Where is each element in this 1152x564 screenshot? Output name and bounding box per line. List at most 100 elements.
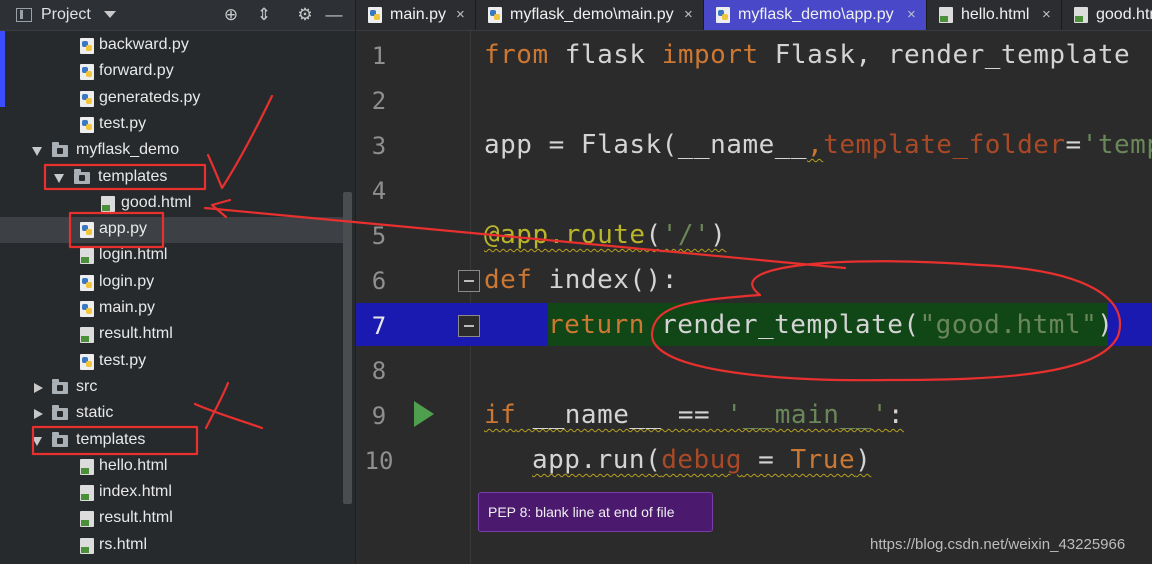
tab-label: good.html — [1096, 6, 1152, 23]
code-text: = — [742, 445, 791, 475]
fold-marker[interactable] — [458, 315, 480, 337]
collapse-arrow-icon[interactable] — [34, 409, 43, 420]
html-file-icon — [80, 458, 94, 475]
editor-tab[interactable]: main.py × — [356, 0, 476, 30]
code-text: index(): — [532, 265, 678, 295]
code-editor[interactable] — [471, 31, 1152, 564]
tree-item[interactable]: result.html — [0, 506, 343, 532]
keyword: return — [548, 310, 645, 340]
folder-icon — [74, 168, 90, 184]
html-file-icon — [1074, 7, 1088, 23]
tree-item-label: test.py — [99, 351, 147, 369]
collapse-all-icon[interactable]: ⇕ — [255, 6, 273, 24]
editor-tab[interactable]: hello.html × — [927, 0, 1062, 30]
tree-item[interactable]: templates — [0, 165, 343, 191]
code-text: ( — [645, 220, 662, 250]
chevron-down-icon[interactable] — [104, 11, 116, 18]
tree-item[interactable]: src — [0, 375, 343, 401]
tree-item[interactable]: forward.py — [0, 59, 343, 85]
tree-item[interactable]: myflask_demo — [0, 138, 343, 164]
close-icon[interactable]: × — [684, 6, 693, 23]
tab-label: myflask_demo\main.py — [510, 6, 674, 23]
html-file-icon — [101, 195, 115, 212]
editor-tab[interactable]: good.html — [1062, 0, 1152, 30]
python-file-icon — [368, 7, 382, 23]
python-file-icon — [80, 274, 94, 291]
tree-item-label: result.html — [99, 325, 173, 343]
code-param: template_folder — [823, 130, 1066, 160]
locate-icon[interactable]: ⊕ — [222, 6, 240, 24]
fold-marker[interactable] — [458, 270, 480, 292]
tree-item-label: rs.html — [99, 535, 147, 553]
python-file-icon — [80, 90, 94, 107]
editor-tab[interactable]: myflask_demo\main.py × — [476, 0, 704, 30]
project-sidebar: Project ⊕ ⇕ ⚙ — backward.py forward.py gen… — [0, 0, 355, 564]
tree-item[interactable]: generateds.py — [0, 86, 343, 112]
code-param: debug — [661, 445, 743, 475]
html-file-icon — [80, 511, 94, 528]
tree-item[interactable]: main.py — [0, 296, 343, 322]
folder-icon — [52, 405, 68, 421]
tree-item[interactable]: login.py — [0, 270, 343, 296]
close-icon[interactable]: × — [1042, 6, 1051, 23]
html-file-icon — [80, 248, 94, 265]
python-file-icon — [80, 353, 94, 370]
line-number: 1 — [371, 42, 387, 70]
tree-item[interactable]: login.html — [0, 243, 343, 269]
code-line-1: from flask import Flask, render_template — [484, 40, 1130, 70]
hide-panel-icon[interactable]: — — [325, 6, 343, 24]
tree-item-label: main.py — [99, 299, 156, 316]
project-panel-title[interactable]: Project — [41, 6, 91, 24]
code-text: ) — [1097, 310, 1114, 340]
tree-item[interactable]: test.py — [0, 112, 343, 138]
code-text: = — [1065, 130, 1082, 160]
tree-item[interactable]: index.html — [0, 480, 343, 506]
tree-item[interactable]: result.html — [0, 322, 343, 348]
code-text: app.run( — [532, 445, 662, 475]
tree-item-label: good.html — [121, 193, 192, 211]
expand-arrow-icon[interactable] — [32, 147, 42, 157]
editor-tab[interactable]: myflask_demo\app.py × — [704, 0, 927, 30]
keyword: import — [661, 40, 759, 70]
tree-item[interactable]: templates — [0, 428, 343, 454]
tree-item[interactable]: app.py — [0, 217, 343, 244]
gear-icon[interactable]: ⚙ — [296, 6, 314, 24]
tree-item-label: app.py — [99, 220, 148, 238]
line-number: 7 — [371, 312, 387, 340]
html-file-icon — [80, 327, 94, 344]
tree-item[interactable]: rs.html — [0, 533, 343, 559]
code-line-7: return render_template("good.html") — [548, 310, 1113, 340]
code-line-5: @app.route('/') — [484, 220, 726, 250]
run-icon[interactable] — [414, 401, 434, 427]
code-text: app = Flask(__name__ — [484, 130, 808, 160]
line-number: 4 — [371, 177, 387, 205]
code-comma: , — [807, 130, 824, 160]
watermark: https://blog.csdn.net/weixin_43225966 — [870, 536, 1126, 553]
tree-item[interactable]: hello.html — [0, 454, 343, 480]
project-icon — [16, 8, 32, 22]
python-file-icon — [488, 7, 502, 23]
line-number: 10 — [364, 447, 394, 475]
tree-item[interactable]: test.py — [0, 349, 343, 375]
expand-arrow-icon[interactable] — [54, 173, 64, 183]
close-icon[interactable]: × — [907, 6, 916, 23]
keyword: if — [484, 400, 517, 430]
code-line-6: def index(): — [484, 265, 678, 295]
code-text: render_template( — [644, 310, 920, 340]
inspection-tooltip: PEP 8: blank line at end of file — [478, 492, 713, 532]
code-text: ) — [710, 220, 727, 250]
tree-item[interactable]: backward.py — [0, 33, 343, 59]
tree-scrollbar[interactable] — [343, 192, 352, 504]
tree-item[interactable]: static — [0, 401, 343, 427]
keyword: from — [484, 40, 549, 70]
collapse-arrow-icon[interactable] — [34, 382, 43, 393]
decorator: @app.route — [484, 220, 646, 250]
expand-arrow-icon[interactable] — [32, 436, 42, 446]
tree-item[interactable]: good.html — [0, 191, 343, 217]
code-text: __name__ == — [516, 400, 727, 430]
close-icon[interactable]: × — [456, 6, 465, 23]
code-line-3: app = Flask(__name__,template_folder='te… — [484, 130, 1152, 160]
python-file-icon — [80, 116, 94, 133]
tree-item-label: src — [76, 377, 98, 395]
python-file-icon — [80, 222, 94, 239]
